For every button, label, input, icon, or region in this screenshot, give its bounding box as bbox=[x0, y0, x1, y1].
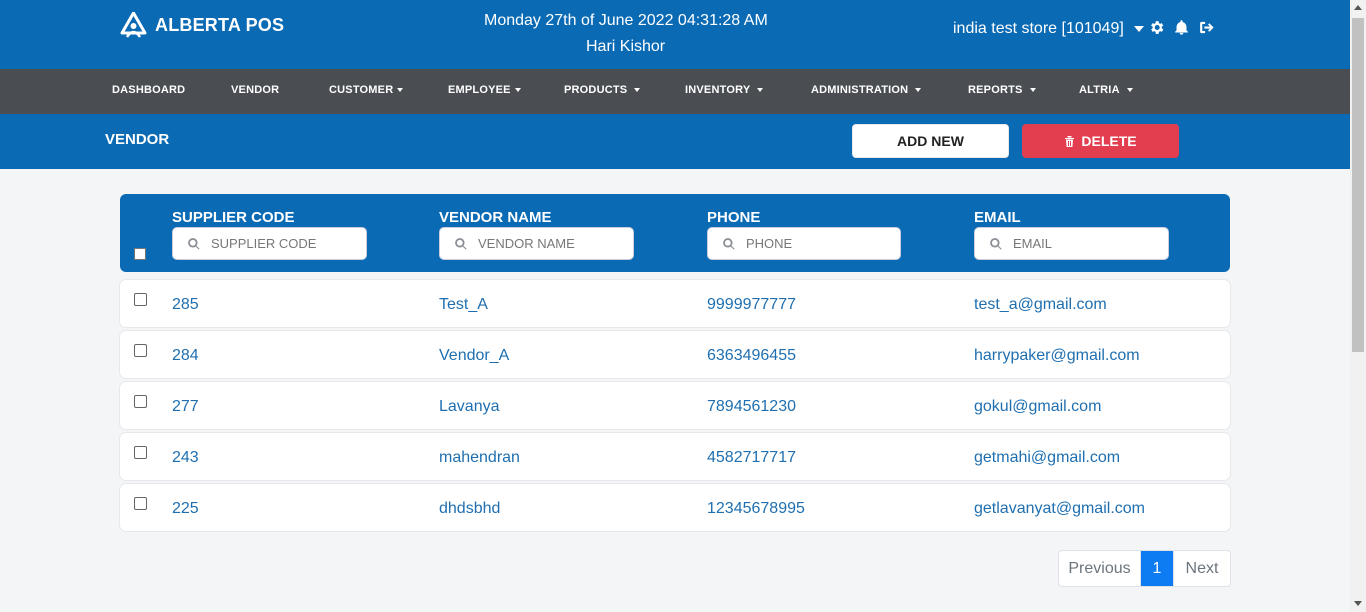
trash-icon bbox=[1065, 136, 1075, 147]
main-nav: DASHBOARD VENDOR CUSTOMER EMPLOYEE PRODU… bbox=[0, 69, 1350, 114]
scrollbar-thumb[interactable] bbox=[1352, 18, 1364, 352]
nav-vendor[interactable]: VENDOR bbox=[231, 84, 279, 96]
email-cell[interactable]: harrypaker@gmail.com bbox=[974, 347, 1140, 365]
table-header: SUPPLIER CODE VENDOR NAME PHONE EMAIL bbox=[120, 194, 1230, 272]
page-title: VENDOR bbox=[105, 131, 170, 148]
add-new-button[interactable]: ADD NEW bbox=[852, 124, 1009, 158]
email-cell[interactable]: getmahi@gmail.com bbox=[974, 449, 1120, 467]
page-header: VENDOR ADD NEW DELETE bbox=[0, 114, 1350, 169]
column-header-supplier-code: SUPPLIER CODE bbox=[172, 209, 295, 226]
gear-icon[interactable] bbox=[1148, 19, 1165, 36]
search-icon bbox=[455, 237, 467, 250]
row-checkbox[interactable] bbox=[134, 446, 147, 459]
pagination: Previous 1 Next bbox=[1058, 550, 1231, 587]
supplier-code-cell[interactable]: 284 bbox=[172, 347, 199, 365]
top-bar: ALBERTA POS Monday 27th of June 2022 04:… bbox=[0, 0, 1350, 69]
email-input[interactable] bbox=[1013, 236, 1153, 251]
alberta-logo-icon bbox=[120, 12, 147, 38]
phone-cell[interactable]: 9999977777 bbox=[707, 296, 796, 314]
phone-search bbox=[707, 227, 901, 260]
previous-page-button[interactable]: Previous bbox=[1059, 551, 1141, 586]
page-1-button[interactable]: 1 bbox=[1141, 551, 1173, 586]
brand-name: ALBERTA POS bbox=[155, 15, 285, 35]
delete-label: DELETE bbox=[1081, 133, 1137, 149]
nav-customer[interactable]: CUSTOMER bbox=[329, 84, 404, 96]
supplier-code-cell[interactable]: 277 bbox=[172, 398, 199, 416]
current-user: Hari Kishor bbox=[586, 38, 666, 55]
supplier-code-cell[interactable]: 243 bbox=[172, 449, 199, 467]
row-checkbox[interactable] bbox=[134, 497, 147, 510]
chevron-down-icon bbox=[915, 88, 922, 92]
table-row[interactable]: 225 dhdsbhd 12345678995 getlavanyat@gmai… bbox=[120, 484, 1230, 531]
delete-button[interactable]: DELETE bbox=[1022, 124, 1179, 158]
table-row[interactable]: 285 Test_A 9999977777 test_a@gmail.com bbox=[120, 280, 1230, 327]
table-row[interactable]: 277 Lavanya 7894561230 gokul@gmail.com bbox=[120, 382, 1230, 429]
row-checkbox[interactable] bbox=[134, 344, 147, 357]
nav-administration[interactable]: ADMINISTRATION bbox=[811, 84, 922, 96]
nav-products[interactable]: PRODUCTS bbox=[564, 84, 641, 96]
column-header-email: EMAIL bbox=[974, 209, 1021, 226]
search-icon bbox=[188, 237, 200, 250]
email-cell[interactable]: test_a@gmail.com bbox=[974, 296, 1107, 314]
nav-employee[interactable]: EMPLOYEE bbox=[448, 84, 521, 96]
phone-cell[interactable]: 6363496455 bbox=[707, 347, 796, 365]
store-name: india test store [101049] bbox=[953, 20, 1124, 37]
row-checkbox[interactable] bbox=[134, 293, 147, 306]
nav-dashboard[interactable]: DASHBOARD bbox=[112, 84, 185, 96]
vendor-name-cell[interactable]: Test_A bbox=[439, 296, 488, 314]
vendor-name-input[interactable] bbox=[478, 236, 618, 251]
chevron-down-icon bbox=[397, 88, 404, 92]
scroll-down-icon[interactable] bbox=[1354, 601, 1362, 606]
next-page-button[interactable]: Next bbox=[1173, 551, 1230, 586]
search-icon bbox=[990, 237, 1002, 250]
column-header-vendor-name: VENDOR NAME bbox=[439, 209, 552, 226]
nav-altria[interactable]: ALTRIA bbox=[1079, 84, 1133, 96]
bell-icon[interactable] bbox=[1173, 19, 1190, 36]
select-all-checkbox[interactable] bbox=[134, 248, 146, 260]
chevron-down-icon bbox=[1126, 88, 1133, 92]
phone-cell[interactable]: 4582717717 bbox=[707, 449, 796, 467]
column-header-phone: PHONE bbox=[707, 209, 761, 226]
table-row[interactable]: 243 mahendran 4582717717 getmahi@gmail.c… bbox=[120, 433, 1230, 480]
vendor-name-search bbox=[439, 227, 634, 260]
chevron-down-icon bbox=[634, 88, 641, 92]
vendor-name-cell[interactable]: dhdsbhd bbox=[439, 500, 500, 518]
row-checkbox[interactable] bbox=[134, 395, 147, 408]
chevron-down-icon bbox=[757, 88, 764, 92]
nav-reports[interactable]: REPORTS bbox=[968, 84, 1036, 96]
nav-inventory[interactable]: INVENTORY bbox=[685, 84, 764, 96]
search-icon bbox=[723, 237, 735, 250]
supplier-code-search bbox=[172, 227, 367, 260]
current-datetime: Monday 27th of June 2022 04:31:28 AM bbox=[484, 12, 768, 29]
phone-input[interactable] bbox=[746, 236, 886, 251]
top-icons bbox=[1148, 19, 1215, 36]
supplier-code-input[interactable] bbox=[211, 236, 351, 251]
brand-logo[interactable]: ALBERTA POS bbox=[120, 12, 284, 39]
vendor-name-cell[interactable]: Vendor_A bbox=[439, 347, 509, 365]
scroll-up-icon[interactable] bbox=[1354, 5, 1362, 10]
supplier-code-cell[interactable]: 225 bbox=[172, 500, 199, 518]
vendor-name-cell[interactable]: mahendran bbox=[439, 449, 520, 467]
logout-icon[interactable] bbox=[1198, 19, 1215, 36]
phone-cell[interactable]: 12345678995 bbox=[707, 500, 805, 518]
store-selector[interactable]: india test store [101049] bbox=[953, 20, 1144, 38]
email-search bbox=[974, 227, 1169, 260]
chevron-down-icon bbox=[514, 88, 521, 92]
email-cell[interactable]: getlavanyat@gmail.com bbox=[974, 500, 1145, 518]
table-row[interactable]: 284 Vendor_A 6363496455 harrypaker@gmail… bbox=[120, 331, 1230, 378]
phone-cell[interactable]: 7894561230 bbox=[707, 398, 796, 416]
supplier-code-cell[interactable]: 285 bbox=[172, 296, 199, 314]
chevron-down-icon bbox=[1133, 26, 1144, 32]
chevron-down-icon bbox=[1029, 88, 1036, 92]
vendor-name-cell[interactable]: Lavanya bbox=[439, 398, 500, 416]
email-cell[interactable]: gokul@gmail.com bbox=[974, 398, 1101, 416]
